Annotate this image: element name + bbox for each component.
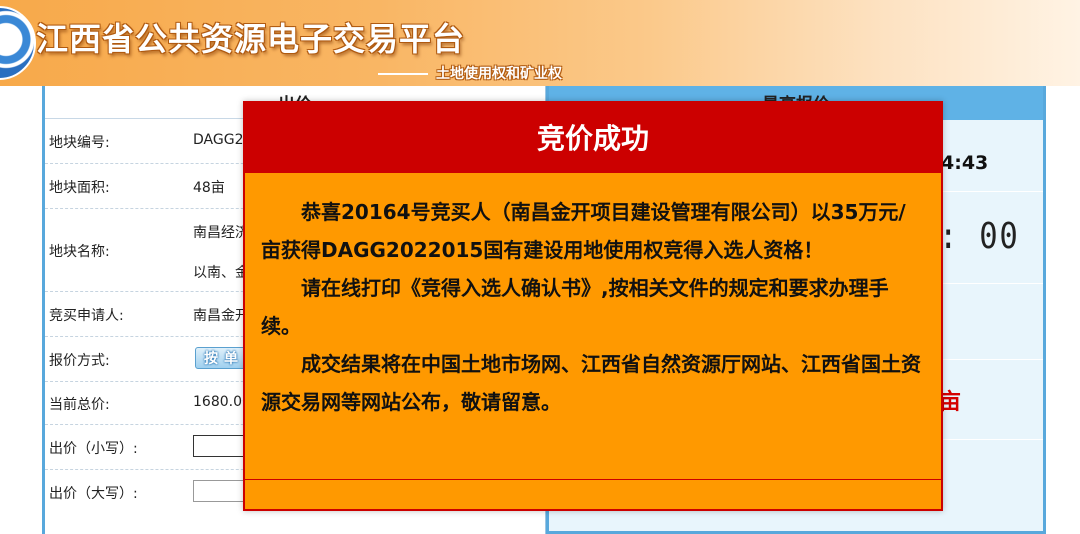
- current-total-label: 当前总价:: [49, 397, 110, 413]
- platform-subtitle: 土地使用权和矿业权: [436, 66, 562, 82]
- subtitle-divider: [378, 73, 428, 75]
- applicant-label: 竞买申请人:: [49, 308, 124, 324]
- print-instruction-text: 请在线打印《竞得入选人确认书》,按相关文件的规定和要求办理手续。: [261, 276, 889, 338]
- platform-title: 江西省公共资源电子交易平台: [36, 20, 466, 58]
- plot-number-value: DAGG2: [193, 132, 244, 148]
- header-banner: 江西省公共资源电子交易平台 土地使用权和矿业权: [0, 0, 1080, 86]
- modal-header: 竞价成功: [245, 103, 941, 173]
- plot-name-value-line2: 以南、金: [193, 265, 249, 281]
- bid-uppercase-label: 出价（大写）:: [49, 486, 138, 502]
- platform-logo-icon: [0, 6, 36, 80]
- plot-name-label: 地块名称:: [49, 244, 110, 260]
- modal-footer-divider: [245, 479, 941, 480]
- bid-method-label: 报价方式:: [49, 353, 110, 369]
- bid-success-modal: 竞价成功 恭喜20164号竞买人（南昌金开项目建设管理有限公司）以35万元/亩获…: [243, 101, 943, 511]
- applicant-value: 南昌金开: [193, 308, 249, 324]
- plot-number-label: 地块编号:: [49, 135, 110, 151]
- modal-body: 恭喜20164号竞买人（南昌金开项目建设管理有限公司）以35万元/亩获得DAGG…: [261, 193, 925, 421]
- bid-lowercase-label: 出价（小写）:: [49, 441, 138, 457]
- plot-area-value: 48亩: [193, 180, 225, 196]
- modal-title: 竞价成功: [536, 122, 649, 155]
- publication-notice-text: 成交结果将在中国土地市场网、江西省自然资源厅网站、江西省国土资源交易网等网站公布…: [261, 352, 921, 414]
- plot-area-label: 地块面积:: [49, 180, 110, 196]
- countdown-digits: : 00: [939, 216, 1020, 257]
- plot-name-value-line1: 南昌经济: [193, 225, 249, 241]
- countdown-time: 4:43: [941, 152, 989, 174]
- congratulation-text: 恭喜20164号竞买人（南昌金开项目建设管理有限公司）以35万元/亩获得DAGG…: [261, 200, 906, 262]
